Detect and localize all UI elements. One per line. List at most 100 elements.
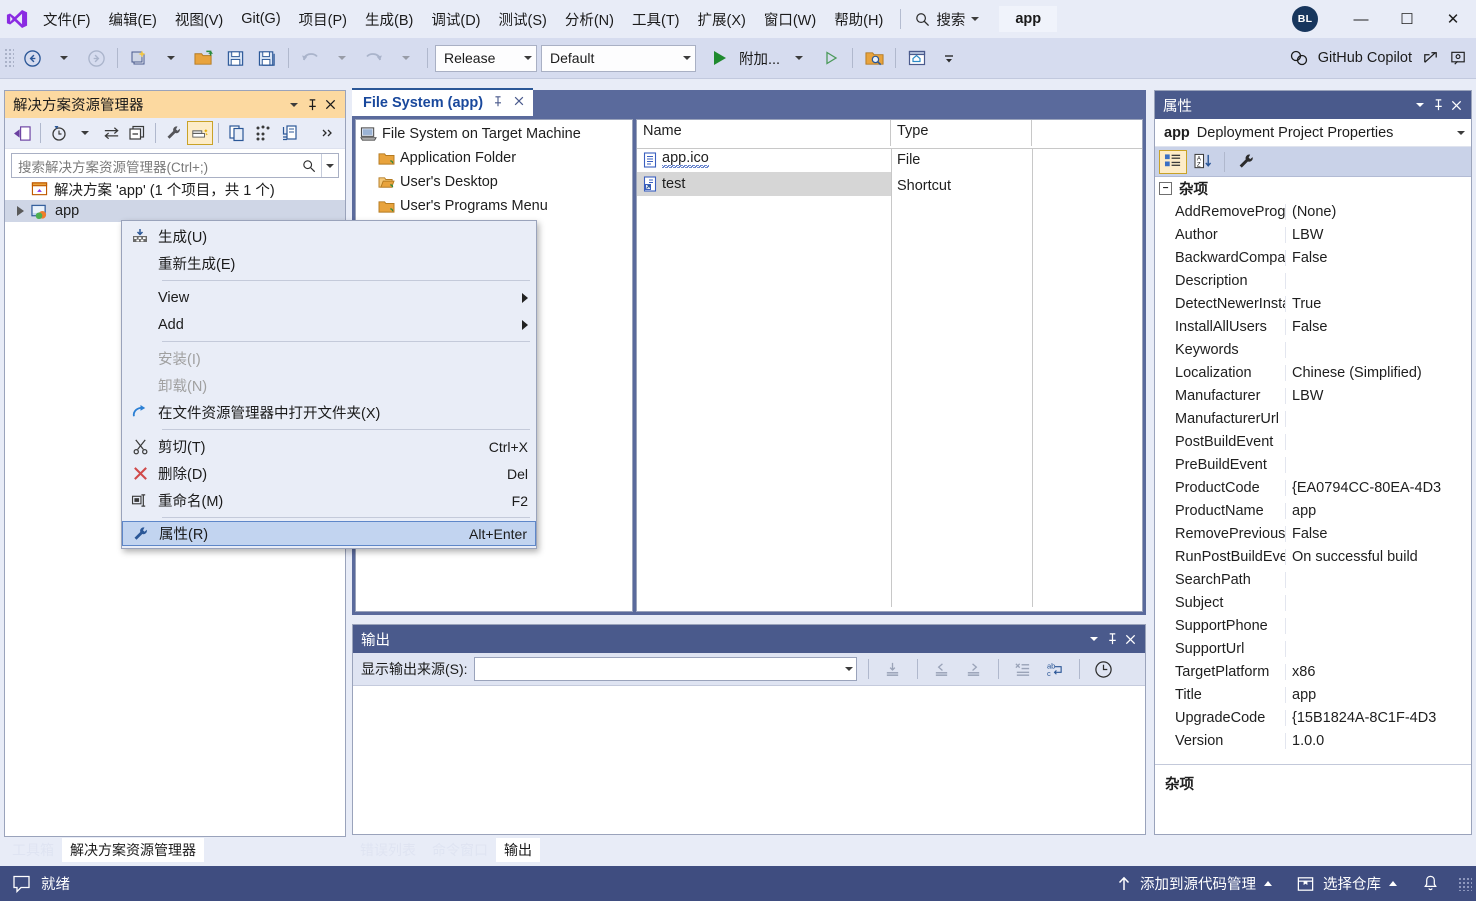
menu-item[interactable]: 属性(R) Alt+Enter — [122, 521, 536, 546]
toggle-word-wrap-icon[interactable]: ab c — [1042, 657, 1068, 681]
menu-test[interactable]: 测试(S) — [490, 4, 556, 35]
menu-bar[interactable]: 文件(F) 编辑(E) 视图(V) Git(G) 项目(P) 生成(B) 调试(… — [34, 0, 892, 38]
navigate-backward-button[interactable] — [16, 43, 48, 73]
github-copilot-group[interactable]: GitHub Copilot — [1289, 38, 1468, 78]
property-value[interactable]: x86 — [1286, 664, 1471, 680]
menu-view[interactable]: 视图(V) — [166, 4, 232, 35]
resize-grip[interactable] — [1458, 876, 1472, 891]
redo-dropdown[interactable] — [390, 43, 422, 73]
tab-error-list[interactable]: 错误列表 — [352, 838, 424, 862]
property-row[interactable]: SupportPhone — [1155, 614, 1471, 637]
close-button[interactable]: ✕ — [1430, 0, 1476, 38]
tab-toolbox[interactable]: 工具箱 — [4, 838, 62, 862]
property-row[interactable]: InstallAllUsers False — [1155, 315, 1471, 338]
menu-item[interactable]: 重命名(M) F2 — [122, 487, 536, 514]
property-row[interactable]: Version 1.0.0 — [1155, 729, 1471, 752]
pin-icon[interactable] — [303, 94, 321, 116]
grid-column-divider[interactable] — [1032, 149, 1033, 607]
pin-icon[interactable] — [1103, 628, 1121, 650]
pending-changes-dropdown[interactable] — [72, 121, 98, 145]
menu-file[interactable]: 文件(F) — [34, 4, 100, 35]
property-row[interactable]: PostBuildEvent — [1155, 430, 1471, 453]
property-value[interactable]: False — [1286, 250, 1471, 266]
property-row[interactable]: UpgradeCode {15B1824A-8C1F-4D3 — [1155, 706, 1471, 729]
fs-node-application-folder[interactable]: Application Folder — [356, 146, 632, 170]
search-options-dropdown[interactable] — [321, 154, 338, 177]
tab-output[interactable]: 输出 — [496, 838, 540, 862]
grid-column-name[interactable]: Name — [637, 120, 891, 146]
select-repository-button[interactable]: 选择仓库 — [1286, 866, 1407, 901]
tree-node-project[interactable]: app — [5, 200, 345, 222]
previous-message-icon[interactable] — [929, 657, 955, 681]
output-source-combo[interactable] — [473, 657, 857, 681]
property-value[interactable]: True — [1286, 296, 1471, 312]
menu-debug[interactable]: 调试(D) — [422, 4, 489, 35]
property-value[interactable]: LBW — [1286, 227, 1471, 243]
chevron-down-icon[interactable] — [1457, 130, 1465, 135]
property-value[interactable]: app — [1286, 503, 1471, 519]
pending-changes-icon[interactable] — [46, 121, 72, 145]
preview-selected-items-icon[interactable] — [187, 121, 213, 145]
property-row[interactable]: ManufacturerUrl — [1155, 407, 1471, 430]
find-in-files-button[interactable] — [858, 43, 890, 73]
attach-label[interactable]: 附加... — [736, 48, 783, 69]
menu-edit[interactable]: 编辑(E) — [100, 4, 166, 35]
property-row[interactable]: Author LBW — [1155, 223, 1471, 246]
property-pages-wrench-icon[interactable] — [1232, 150, 1260, 174]
chevron-right-icon[interactable] — [17, 206, 24, 216]
property-row[interactable]: BackwardCompat False — [1155, 246, 1471, 269]
menu-analyze[interactable]: 分析(N) — [556, 4, 623, 35]
collapse-icon[interactable]: − — [1159, 182, 1172, 195]
property-value[interactable]: {15B1824A-8C1F-4D3 — [1286, 710, 1471, 726]
property-row[interactable]: Keywords — [1155, 338, 1471, 361]
fs-node-users-programs-menu[interactable]: User's Programs Menu — [356, 194, 632, 218]
tab-file-system[interactable]: File System (app) — [352, 88, 534, 116]
fs-node-target-machine[interactable]: File System on Target Machine — [356, 122, 632, 146]
toolbar-grip[interactable] — [4, 48, 14, 68]
go-to-message-icon[interactable] — [880, 657, 906, 681]
categorized-view-icon[interactable] — [1159, 149, 1187, 174]
property-value[interactable]: app — [1286, 687, 1471, 703]
new-project-dropdown[interactable] — [155, 43, 187, 73]
property-row[interactable]: RunPostBuildEver On successful build — [1155, 545, 1471, 568]
menu-project[interactable]: 项目(P) — [290, 4, 356, 35]
toolbar-overflow-button[interactable] — [933, 43, 965, 73]
property-row[interactable]: ProductName app — [1155, 499, 1471, 522]
panel-menu-button[interactable] — [1411, 94, 1429, 116]
show-timestamps-icon[interactable] — [1091, 657, 1117, 681]
notifications-button[interactable] — [1411, 866, 1450, 901]
search-icon[interactable] — [302, 159, 319, 173]
close-icon[interactable] — [1121, 628, 1139, 650]
new-project-button[interactable] — [123, 43, 155, 73]
property-row[interactable]: Description — [1155, 269, 1471, 292]
panel-menu-button[interactable] — [1085, 628, 1103, 650]
save-all-button[interactable] — [251, 43, 283, 73]
menu-item[interactable]: 剪切(T) Ctrl+X — [122, 433, 536, 460]
menu-item[interactable]: 重新生成(E) — [122, 250, 536, 277]
solution-name-chip[interactable]: app — [999, 6, 1058, 32]
property-value[interactable]: LBW — [1286, 388, 1471, 404]
property-value[interactable]: False — [1286, 526, 1471, 542]
view-code-icon[interactable] — [276, 121, 302, 145]
property-value[interactable]: False — [1286, 319, 1471, 335]
menu-item[interactable]: 删除(D) Del — [122, 460, 536, 487]
menu-item[interactable]: Add — [122, 311, 536, 338]
global-search[interactable]: 搜索 — [909, 6, 985, 33]
property-row[interactable]: Manufacturer LBW — [1155, 384, 1471, 407]
property-value[interactable]: Chinese (Simplified) — [1286, 365, 1471, 381]
next-message-icon[interactable] — [961, 657, 987, 681]
properties-category-misc[interactable]: − 杂项 — [1155, 177, 1471, 200]
menu-item[interactable]: 在文件资源管理器中打开文件夹(X) — [122, 399, 536, 426]
property-row[interactable]: TargetPlatform x86 — [1155, 660, 1471, 683]
table-row[interactable]: test — [637, 172, 891, 196]
property-row[interactable]: Subject — [1155, 591, 1471, 614]
avatar[interactable]: BL — [1292, 6, 1318, 32]
menu-git[interactable]: Git(G) — [232, 6, 289, 32]
tab-solution-explorer[interactable]: 解决方案资源管理器 — [62, 838, 204, 862]
sync-with-active-document-icon[interactable] — [98, 121, 124, 145]
view-designer-icon[interactable] — [250, 121, 276, 145]
property-value[interactable]: On successful build — [1286, 549, 1471, 565]
toolbar-overflow-icon[interactable] — [315, 121, 341, 145]
property-row[interactable]: ProductCode {EA0794CC-80EA-4D3 — [1155, 476, 1471, 499]
start-page-button[interactable] — [901, 43, 933, 73]
